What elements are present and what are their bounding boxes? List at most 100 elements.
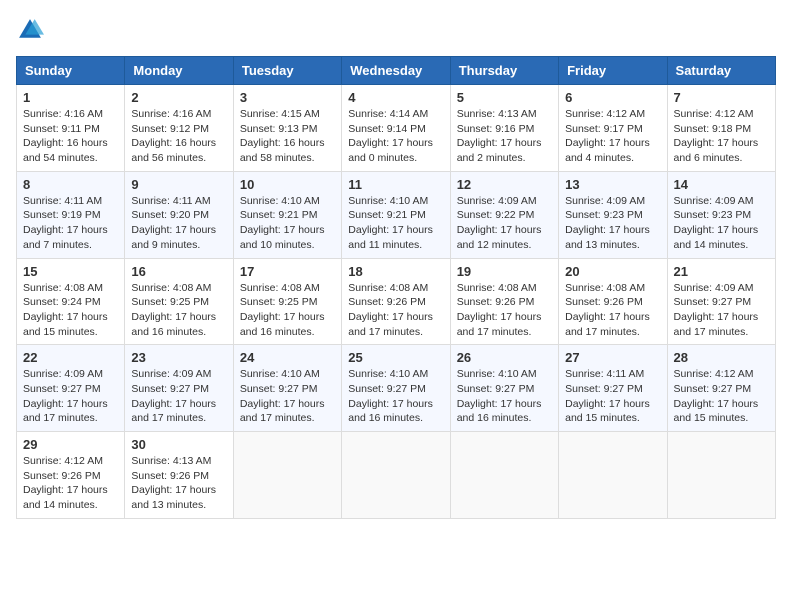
calendar-day-cell: 13 Sunrise: 4:09 AMSunset: 9:23 PMDayligh…	[559, 171, 667, 258]
day-number: 4	[348, 90, 443, 105]
cell-info: Sunrise: 4:09 AMSunset: 9:22 PMDaylight:…	[457, 195, 542, 251]
cell-info: Sunrise: 4:11 AMSunset: 9:20 PMDaylight:…	[131, 195, 216, 251]
calendar-day-cell: 27 Sunrise: 4:11 AMSunset: 9:27 PMDayligh…	[559, 345, 667, 432]
empty-calendar-cell	[667, 432, 775, 519]
calendar-day-cell: 20 Sunrise: 4:08 AMSunset: 9:26 PMDayligh…	[559, 258, 667, 345]
cell-info: Sunrise: 4:15 AMSunset: 9:13 PMDaylight:…	[240, 108, 325, 164]
day-number: 24	[240, 350, 335, 365]
calendar-week-row: 22 Sunrise: 4:09 AMSunset: 9:27 PMDayligh…	[17, 345, 776, 432]
calendar-day-cell: 22 Sunrise: 4:09 AMSunset: 9:27 PMDayligh…	[17, 345, 125, 432]
cell-info: Sunrise: 4:10 AMSunset: 9:27 PMDaylight:…	[348, 368, 433, 424]
empty-calendar-cell	[450, 432, 558, 519]
empty-calendar-cell	[559, 432, 667, 519]
day-number: 28	[674, 350, 769, 365]
day-number: 15	[23, 264, 118, 279]
calendar-week-row: 29 Sunrise: 4:12 AMSunset: 9:26 PMDayligh…	[17, 432, 776, 519]
day-number: 22	[23, 350, 118, 365]
calendar-week-row: 15 Sunrise: 4:08 AMSunset: 9:24 PMDayligh…	[17, 258, 776, 345]
page-header	[16, 16, 776, 44]
calendar-day-cell: 3 Sunrise: 4:15 AMSunset: 9:13 PMDaylight…	[233, 85, 341, 172]
cell-info: Sunrise: 4:12 AMSunset: 9:18 PMDaylight:…	[674, 108, 759, 164]
calendar-week-row: 1Sunrise: 4:16 AMSunset: 9:11 PMDaylight…	[17, 85, 776, 172]
day-number: 1	[23, 90, 118, 105]
calendar-day-cell: 24Sunrise: 4:10 AMSunset: 9:27 PMDayligh…	[233, 345, 341, 432]
cell-info: Sunrise: 4:08 AMSunset: 9:25 PMDaylight:…	[131, 282, 216, 338]
calendar-day-cell: 8 Sunrise: 4:11 AMSunset: 9:19 PMDaylight…	[17, 171, 125, 258]
column-header-monday: Monday	[125, 57, 233, 85]
calendar-day-cell: 10 Sunrise: 4:10 AMSunset: 9:21 PMDayligh…	[233, 171, 341, 258]
calendar-day-cell: 23 Sunrise: 4:09 AMSunset: 9:27 PMDayligh…	[125, 345, 233, 432]
column-header-tuesday: Tuesday	[233, 57, 341, 85]
day-number: 3	[240, 90, 335, 105]
cell-info: Sunrise: 4:09 AMSunset: 9:27 PMDaylight:…	[23, 368, 108, 424]
calendar-day-cell: 5 Sunrise: 4:13 AMSunset: 9:16 PMDaylight…	[450, 85, 558, 172]
day-number: 18	[348, 264, 443, 279]
day-number: 30	[131, 437, 226, 452]
column-header-friday: Friday	[559, 57, 667, 85]
calendar-day-cell: 18 Sunrise: 4:08 AMSunset: 9:26 PMDayligh…	[342, 258, 450, 345]
calendar-day-cell: 4Sunrise: 4:14 AMSunset: 9:14 PMDaylight…	[342, 85, 450, 172]
cell-info: Sunrise: 4:11 AMSunset: 9:19 PMDaylight:…	[23, 195, 108, 251]
calendar-day-cell: 17 Sunrise: 4:08 AMSunset: 9:25 PMDayligh…	[233, 258, 341, 345]
column-header-saturday: Saturday	[667, 57, 775, 85]
day-number: 27	[565, 350, 660, 365]
cell-info: Sunrise: 4:10 AMSunset: 9:21 PMDaylight:…	[348, 195, 433, 251]
day-number: 2	[131, 90, 226, 105]
cell-info: Sunrise: 4:09 AMSunset: 9:27 PMDaylight:…	[131, 368, 216, 424]
day-number: 20	[565, 264, 660, 279]
cell-info: Sunrise: 4:16 AMSunset: 9:12 PMDaylight:…	[131, 108, 216, 164]
cell-info: Sunrise: 4:09 AMSunset: 9:23 PMDaylight:…	[674, 195, 759, 251]
cell-info: Sunrise: 4:12 AMSunset: 9:26 PMDaylight:…	[23, 455, 108, 511]
day-number: 23	[131, 350, 226, 365]
column-header-wednesday: Wednesday	[342, 57, 450, 85]
calendar-table: SundayMondayTuesdayWednesdayThursdayFrid…	[16, 56, 776, 519]
cell-info: Sunrise: 4:10 AMSunset: 9:21 PMDaylight:…	[240, 195, 325, 251]
day-number: 6	[565, 90, 660, 105]
calendar-day-cell: 12 Sunrise: 4:09 AMSunset: 9:22 PMDayligh…	[450, 171, 558, 258]
calendar-day-cell: 16 Sunrise: 4:08 AMSunset: 9:25 PMDayligh…	[125, 258, 233, 345]
logo	[16, 16, 48, 44]
day-number: 25	[348, 350, 443, 365]
day-number: 10	[240, 177, 335, 192]
day-number: 11	[348, 177, 443, 192]
day-number: 13	[565, 177, 660, 192]
cell-info: Sunrise: 4:12 AMSunset: 9:27 PMDaylight:…	[674, 368, 759, 424]
empty-calendar-cell	[233, 432, 341, 519]
cell-info: Sunrise: 4:11 AMSunset: 9:27 PMDaylight:…	[565, 368, 650, 424]
calendar-day-cell: 30Sunrise: 4:13 AMSunset: 9:26 PMDayligh…	[125, 432, 233, 519]
day-number: 29	[23, 437, 118, 452]
calendar-day-cell: 14 Sunrise: 4:09 AMSunset: 9:23 PMDayligh…	[667, 171, 775, 258]
cell-info: Sunrise: 4:08 AMSunset: 9:25 PMDaylight:…	[240, 282, 325, 338]
cell-info: Sunrise: 4:09 AMSunset: 9:23 PMDaylight:…	[565, 195, 650, 251]
day-number: 17	[240, 264, 335, 279]
column-header-thursday: Thursday	[450, 57, 558, 85]
logo-icon	[16, 16, 44, 44]
cell-info: Sunrise: 4:08 AMSunset: 9:26 PMDaylight:…	[348, 282, 433, 338]
cell-info: Sunrise: 4:13 AMSunset: 9:16 PMDaylight:…	[457, 108, 542, 164]
cell-info: Sunrise: 4:08 AMSunset: 9:26 PMDaylight:…	[457, 282, 542, 338]
calendar-day-cell: 2 Sunrise: 4:16 AMSunset: 9:12 PMDaylight…	[125, 85, 233, 172]
day-number: 16	[131, 264, 226, 279]
calendar-day-cell: 25 Sunrise: 4:10 AMSunset: 9:27 PMDayligh…	[342, 345, 450, 432]
calendar-day-cell: 15 Sunrise: 4:08 AMSunset: 9:24 PMDayligh…	[17, 258, 125, 345]
day-number: 5	[457, 90, 552, 105]
cell-info: Sunrise: 4:08 AMSunset: 9:26 PMDaylight:…	[565, 282, 650, 338]
calendar-week-row: 8 Sunrise: 4:11 AMSunset: 9:19 PMDaylight…	[17, 171, 776, 258]
day-number: 19	[457, 264, 552, 279]
empty-calendar-cell	[342, 432, 450, 519]
day-number: 14	[674, 177, 769, 192]
calendar-day-cell: 26Sunrise: 4:10 AMSunset: 9:27 PMDayligh…	[450, 345, 558, 432]
cell-info: Sunrise: 4:08 AMSunset: 9:24 PMDaylight:…	[23, 282, 108, 338]
day-number: 12	[457, 177, 552, 192]
day-number: 8	[23, 177, 118, 192]
calendar-day-cell: 9Sunrise: 4:11 AMSunset: 9:20 PMDaylight…	[125, 171, 233, 258]
calendar-day-cell: 1Sunrise: 4:16 AMSunset: 9:11 PMDaylight…	[17, 85, 125, 172]
calendar-day-cell: 11 Sunrise: 4:10 AMSunset: 9:21 PMDayligh…	[342, 171, 450, 258]
cell-info: Sunrise: 4:12 AMSunset: 9:17 PMDaylight:…	[565, 108, 650, 164]
calendar-day-cell: 19 Sunrise: 4:08 AMSunset: 9:26 PMDayligh…	[450, 258, 558, 345]
day-number: 7	[674, 90, 769, 105]
calendar-day-cell: 21Sunrise: 4:09 AMSunset: 9:27 PMDayligh…	[667, 258, 775, 345]
calendar-day-cell: 29 Sunrise: 4:12 AMSunset: 9:26 PMDayligh…	[17, 432, 125, 519]
day-number: 26	[457, 350, 552, 365]
calendar-day-cell: 6 Sunrise: 4:12 AMSunset: 9:17 PMDaylight…	[559, 85, 667, 172]
